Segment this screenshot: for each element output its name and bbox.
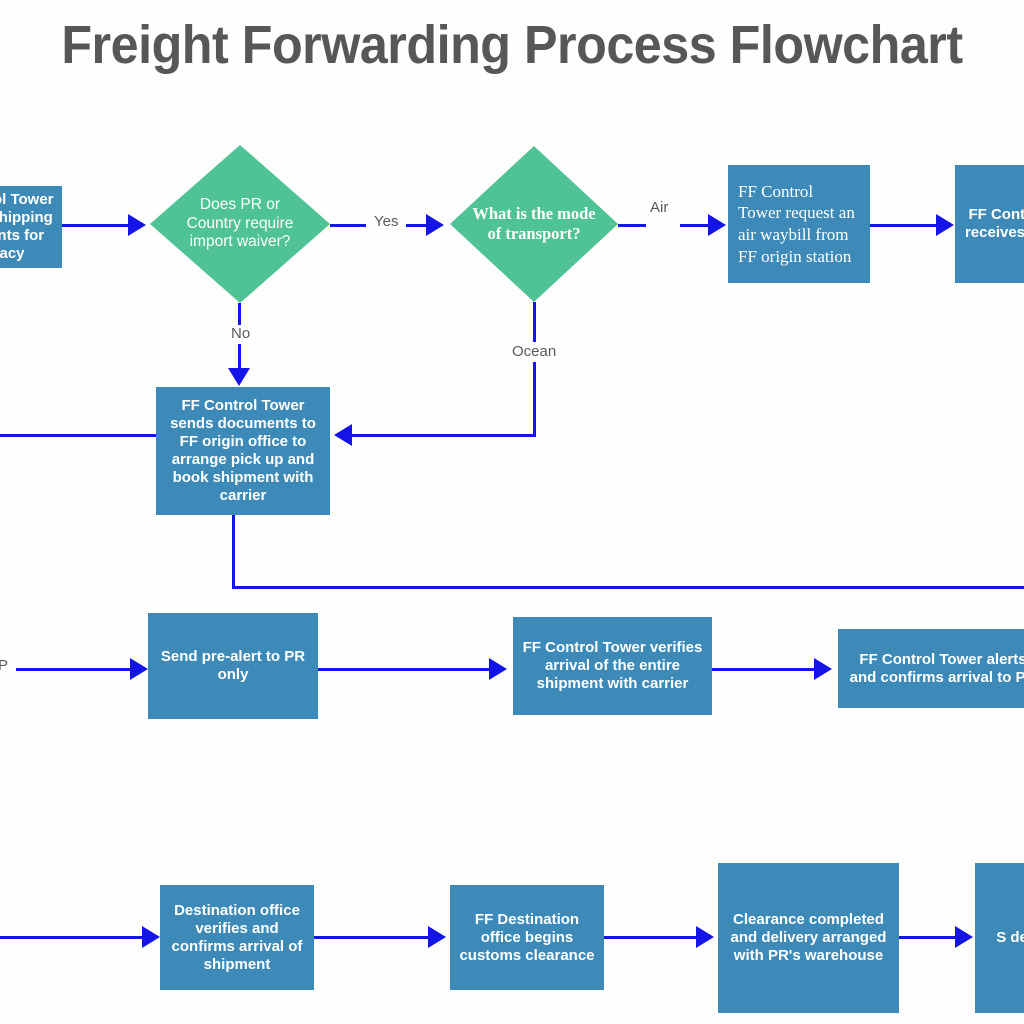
node-verify-arrival[interactable]: FF Control Tower verifies arrival of the… (513, 617, 712, 715)
connector-clearancedone-to-final (899, 936, 955, 939)
arrowhead-destverifies-to-customs (428, 926, 446, 948)
node-alerts-pr-label: FF Control Tower alerts and confirms arr… (849, 650, 1024, 686)
node-receives-awb[interactable]: FF Control Tower receives copy of a (955, 165, 1024, 283)
node-customs-clearance[interactable]: FF Destination office begins customs cle… (450, 885, 604, 990)
connector-prealert-to-verify (318, 668, 489, 671)
node-send-docs-label: FF Control Tower sends documents to FF o… (170, 397, 316, 504)
arrowhead-mode-air (708, 214, 726, 236)
arrowhead-verify-to-alerts (814, 658, 832, 680)
connector-waiver-no-2 (238, 344, 241, 368)
connector-waiver-yes-2 (406, 224, 426, 227)
node-pre-alert-label: Send pre-alert to PR only (160, 648, 306, 683)
connector-waiver-yes (330, 224, 366, 227)
node-dest-verifies[interactable]: Destination office verifies and confirms… (160, 885, 314, 990)
connector-review-to-waiver (62, 224, 128, 227)
edge-label-no: No (227, 325, 255, 342)
flowchart-canvas: Freight Forwarding Process Flowchart FF … (0, 0, 1024, 1024)
node-clearance-done[interactable]: Clearance completed and delivery arrange… (718, 863, 899, 1013)
connector-senddocs-down (232, 515, 235, 588)
arrowhead-prealert-to-verify (489, 658, 507, 680)
arrowhead-review-to-waiver (128, 214, 146, 236)
page-title: Freight Forwarding Process Flowchart (61, 15, 963, 75)
connector-ocean-to-senddocs (352, 434, 536, 437)
arrowhead-waiver-no (228, 368, 250, 386)
node-pre-alert[interactable]: Send pre-alert to PR only (148, 613, 318, 719)
node-receives-awb-label: FF Control Tower receives copy of a (964, 206, 1024, 241)
arrowhead-left-to-destverifies (142, 926, 160, 948)
connector-mode-air (618, 224, 646, 227)
arrowhead-customs-to-clearancedone (696, 926, 714, 948)
node-review-docs-label: FF Control Tower reviews shipping docume… (0, 191, 54, 262)
connector-left-to-prealert (16, 668, 130, 671)
node-alerts-pr[interactable]: FF Control Tower alerts and confirms arr… (838, 629, 1024, 708)
connector-senddocs-right (232, 586, 1024, 589)
connector-mode-ocean-2 (533, 362, 536, 436)
edge-label-partial-left: P (0, 657, 9, 674)
arrowhead-ocean-to-senddocs (334, 424, 352, 446)
node-final-step-label: S delive se (996, 929, 1024, 946)
node-customs-clearance-label: FF Destination office begins customs cle… (459, 910, 595, 964)
edge-label-ocean: Ocean (508, 343, 561, 360)
node-request-awb-label: FF Control Tower request an air waybill … (738, 181, 855, 266)
node-final-step[interactable]: S delive se (975, 863, 1024, 1013)
connector-waiver-no (238, 303, 241, 325)
connector-destverifies-to-customs (314, 936, 428, 939)
arrowhead-left-to-prealert (130, 658, 148, 680)
connector-mode-air-2 (680, 224, 708, 227)
node-send-docs[interactable]: FF Control Tower sends documents to FF o… (156, 387, 330, 515)
arrowhead-awb-to-receives (936, 214, 954, 236)
connector-left-to-destverifies (0, 936, 142, 939)
node-clearance-done-label: Clearance completed and delivery arrange… (730, 911, 887, 964)
node-review-docs[interactable]: FF Control Tower reviews shipping docume… (0, 186, 62, 268)
connector-left-to-senddocs (0, 434, 158, 437)
node-waiver-decision[interactable]: Does PR or Country require import waiver… (150, 145, 330, 303)
connector-awb-to-receives (870, 224, 936, 227)
connector-verify-to-alerts (712, 668, 814, 671)
node-dest-verifies-label: Destination office verifies and confirms… (171, 901, 303, 973)
node-mode-decision-label: What is the mode of transport? (472, 203, 596, 243)
node-mode-decision[interactable]: What is the mode of transport? (450, 146, 618, 302)
edge-label-air: Air (646, 199, 673, 216)
arrowhead-clearancedone-to-final (955, 926, 973, 948)
connector-mode-ocean (533, 302, 536, 342)
connector-customs-to-clearancedone (604, 936, 696, 939)
node-waiver-decision-label: Does PR or Country require import waiver… (186, 195, 294, 251)
edge-label-yes: Yes (370, 213, 403, 230)
arrowhead-waiver-yes (426, 214, 444, 236)
node-verify-arrival-label: FF Control Tower verifies arrival of the… (522, 639, 703, 692)
node-request-awb[interactable]: FF Control Tower request an air waybill … (728, 165, 870, 283)
